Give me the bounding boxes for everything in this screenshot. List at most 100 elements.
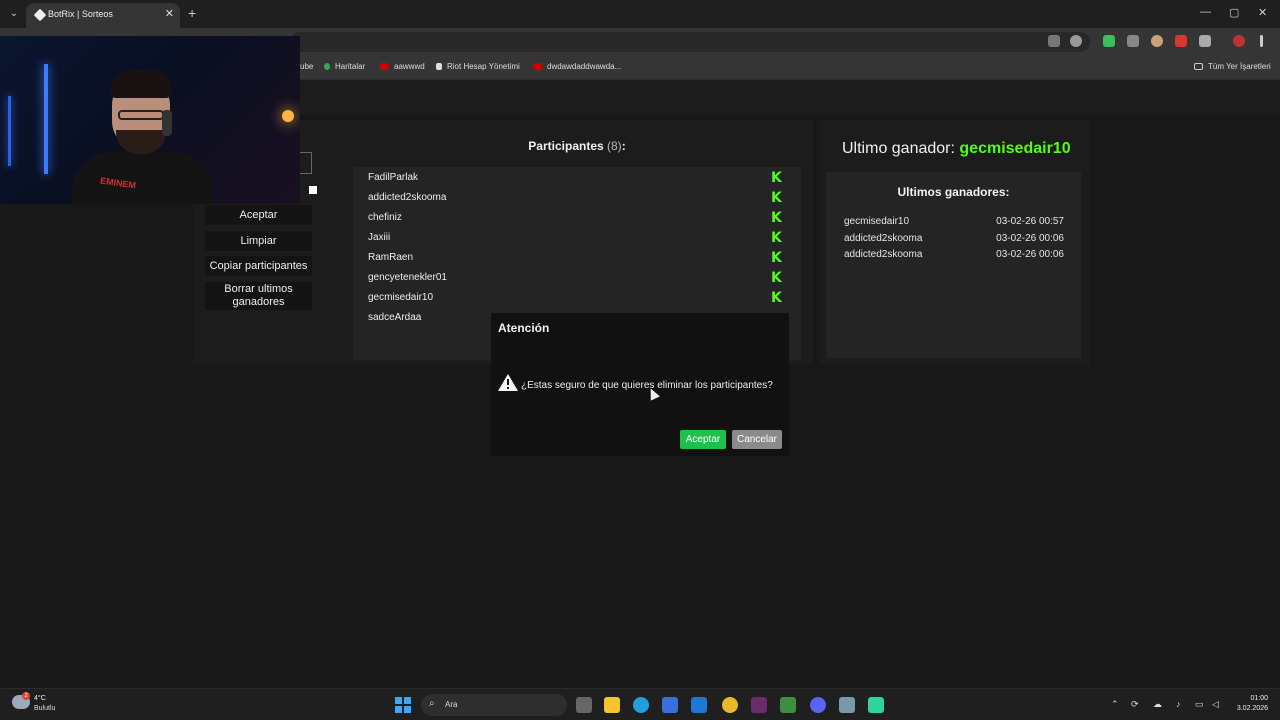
edge-icon[interactable]: [633, 697, 649, 713]
new-tab-button[interactable]: +: [188, 5, 196, 21]
bookmark-star-icon[interactable]: [1070, 35, 1082, 47]
dialog-cancel-button[interactable]: Cancelar: [732, 430, 782, 449]
recent-winners-title: Ultimos ganadores:: [897, 185, 1010, 199]
tab-close-icon[interactable]: ✕: [165, 7, 174, 20]
participants-title: Participantes (8):: [352, 139, 802, 153]
translate-icon[interactable]: [1048, 35, 1060, 47]
list-item: gecmisedair10 K: [368, 289, 788, 309]
maximize-button[interactable]: ▢: [1229, 6, 1239, 19]
kick-icon: K: [771, 170, 782, 186]
search-placeholder: Ara: [445, 700, 458, 709]
app-icon[interactable]: [868, 697, 884, 713]
discord-icon[interactable]: [810, 697, 826, 713]
list-item: addicted2skooma K: [368, 189, 788, 209]
accept-button[interactable]: Aceptar: [205, 205, 312, 225]
weather-desc: Bulutlu: [34, 705, 56, 712]
chrome-icon[interactable]: [722, 697, 738, 713]
participant-name: addicted2skooma: [368, 192, 447, 203]
menu-kebab-icon[interactable]: [1260, 35, 1263, 47]
kick-icon: K: [771, 210, 782, 226]
list-item: chefiniz K: [368, 209, 788, 229]
bookmark-item[interactable]: aawwwd: [380, 62, 425, 71]
participant-name: RamRaen: [368, 252, 414, 263]
app-icon[interactable]: [839, 697, 855, 713]
kick-icon: K: [771, 290, 782, 306]
headphone: [162, 110, 172, 136]
warning-icon: [498, 374, 518, 391]
last-winner: Ultimo ganador: gecmisedair10: [842, 140, 1071, 158]
copy-participants-button[interactable]: Copiar participantes: [205, 256, 312, 276]
file-explorer-icon[interactable]: [604, 697, 620, 713]
minimize-button[interactable]: —: [1200, 6, 1211, 18]
winner-row-name: gecmisedair10: [844, 216, 910, 227]
participant-name: gencyetenekler01: [368, 272, 447, 283]
profile-icon[interactable]: [1233, 35, 1245, 47]
option-checkbox[interactable]: [309, 186, 317, 194]
tray-chevron-icon[interactable]: ⌃: [1111, 699, 1119, 710]
youtube-icon: [380, 63, 389, 70]
maps-icon: [324, 63, 330, 70]
browser-tab-active[interactable]: BotRix | Sorteos ✕: [26, 3, 180, 28]
bookmark-item[interactable]: dwdawdaddwawda...: [533, 62, 621, 71]
participant-name: gecmisedair10: [368, 292, 434, 303]
search-icon: ⌕: [429, 698, 435, 709]
list-item: RamRaen K: [368, 249, 788, 269]
bookmark-item[interactable]: ube: [300, 62, 313, 71]
last-winner-label: Ultimo ganador:: [842, 140, 955, 157]
outlook-icon[interactable]: [691, 697, 707, 713]
kick-icon: K: [771, 190, 782, 206]
winner-row-date: 03-02-26 00:06: [996, 233, 1064, 244]
tray-cloud-icon[interactable]: ☁: [1153, 699, 1162, 710]
neon-light: [44, 64, 48, 174]
streamer-beard: [116, 130, 166, 154]
extension-tp-icon[interactable]: [1175, 35, 1187, 47]
streamer-hair: [110, 70, 172, 98]
clock-time[interactable]: 01:00: [1250, 695, 1268, 702]
winner-row: addicted2skooma 03-02-26 00:06: [844, 233, 1064, 244]
participant-name: sadceArdaa: [368, 312, 422, 323]
last-winner-name: gecmisedair10: [959, 140, 1071, 157]
keyword-input[interactable]: [300, 152, 312, 174]
participant-name: FadilParlak: [368, 172, 419, 183]
extensions-puzzle-icon[interactable]: [1199, 35, 1211, 47]
clock-date[interactable]: 3.02.2026: [1237, 705, 1268, 712]
address-bar[interactable]: [290, 32, 1090, 52]
taskbar-search[interactable]: ⌕ Ara: [421, 694, 567, 716]
clear-button[interactable]: Limpiar: [205, 231, 312, 251]
close-window-button[interactable]: ✕: [1258, 6, 1267, 19]
all-bookmarks[interactable]: Tüm Yer İşaretleri: [1194, 62, 1271, 71]
clear-winners-button[interactable]: Borrar ultimos ganadores: [205, 282, 312, 310]
bookmark-item[interactable]: Riot Hesap Yönetimi: [436, 62, 520, 71]
task-view-icon[interactable]: [576, 697, 592, 713]
tray-sync-icon[interactable]: ⟳: [1131, 699, 1139, 710]
dialog-accept-button[interactable]: Aceptar: [680, 430, 726, 449]
store-icon[interactable]: [662, 697, 678, 713]
tab-search-dropdown-icon[interactable]: ⌄: [6, 6, 22, 22]
glasses: [118, 110, 164, 120]
folder-icon: [1194, 63, 1203, 70]
volume-icon[interactable]: ◁: [1212, 699, 1219, 710]
app-icon[interactable]: [780, 697, 796, 713]
weather-badge: 2: [22, 692, 30, 700]
youtube-icon: [533, 63, 542, 70]
winner-row-name: addicted2skooma: [844, 249, 923, 260]
kick-icon: K: [771, 230, 782, 246]
bookmark-item[interactable]: Haritalar: [324, 62, 365, 71]
winner-row-date: 03-02-26 00:06: [996, 249, 1064, 260]
windows-start-icon[interactable]: [395, 697, 411, 713]
participants-title-text: Participantes: [528, 139, 604, 153]
participants-count: (8): [607, 139, 622, 153]
recent-winners-box: Ultimos ganadores: gecmisedair10 03-02-26…: [826, 172, 1081, 358]
dialog-title: Atención: [498, 321, 550, 335]
app-icon[interactable]: [751, 697, 767, 713]
extension-face-icon[interactable]: [1151, 35, 1163, 47]
list-item: FadilParlak K: [368, 169, 788, 189]
list-item: Jaxiii K: [368, 229, 788, 249]
extension-icon[interactable]: [1127, 35, 1139, 47]
kick-icon: K: [771, 270, 782, 286]
winner-row: gecmisedair10 03-02-26 00:57: [844, 216, 1064, 227]
microphone-icon[interactable]: ♪: [1176, 699, 1181, 709]
extension-shield-icon[interactable]: [1103, 35, 1115, 47]
network-icon[interactable]: ▭: [1195, 699, 1204, 710]
confirm-dialog: Atención ¿Estas seguro de que quieres el…: [491, 313, 789, 456]
